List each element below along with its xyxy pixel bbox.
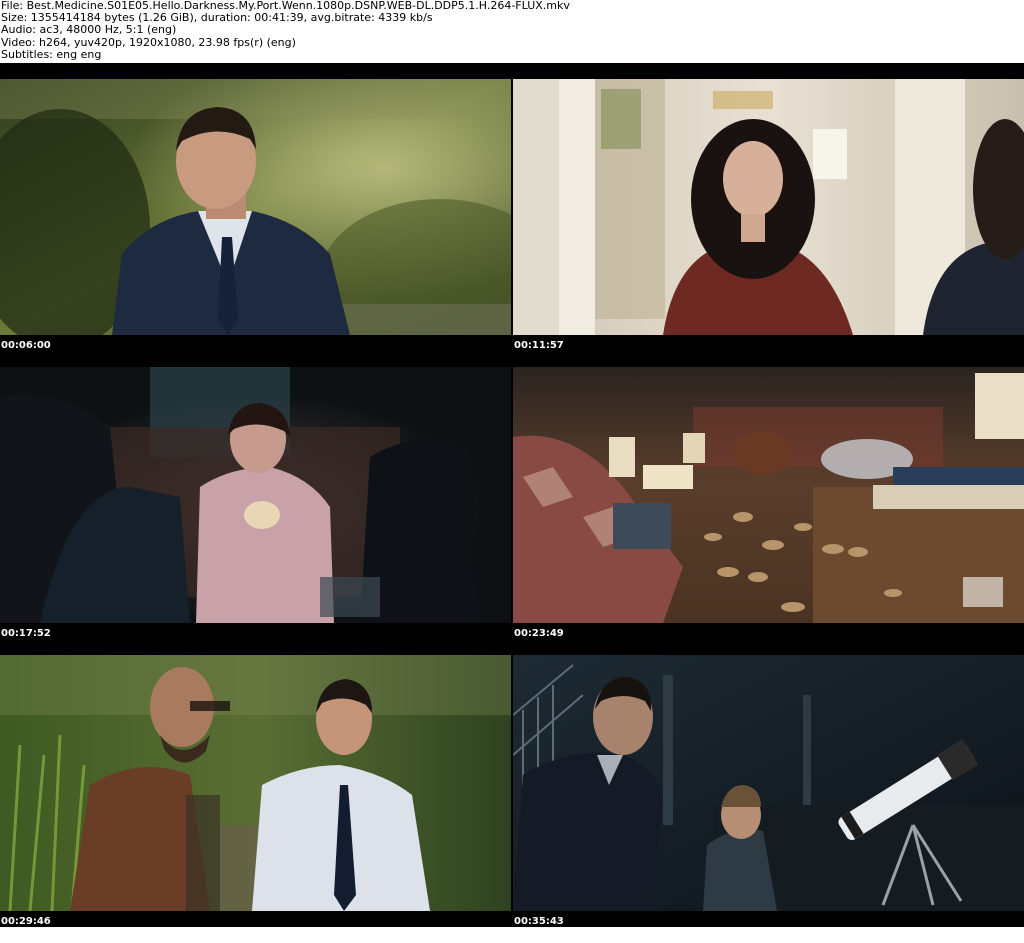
- video-info-line: Video: h264, yuv420p, 1920x1080, 23.98 f…: [1, 35, 296, 49]
- thumbnail-5-timestamp: 00:29:46: [1, 916, 51, 927]
- thumbnail-4-image: [513, 367, 1024, 623]
- thumbnail-4: 00:23:49: [513, 367, 1024, 655]
- info-header: File: Best.Medicine.S01E05.Hello.Darknes…: [0, 0, 1024, 63]
- thumbnail-2-timestamp: 00:11:57: [514, 340, 564, 351]
- subtitles-info-line: Subtitles: eng eng: [1, 47, 102, 61]
- thumbnail-sheet: 00:06:00 00:11:57 00:17:52 00:23:49 00:2…: [0, 63, 1024, 927]
- thumbnail-1: 00:06:00: [0, 79, 511, 367]
- thumbnail-4-timestamp: 00:23:49: [514, 628, 564, 639]
- thumbnail-5-image: [0, 655, 511, 911]
- audio-info-line: Audio: ac3, 48000 Hz, 5:1 (eng): [1, 23, 177, 37]
- thumbnail-1-image: [0, 79, 511, 335]
- thumbnail-3-timestamp: 00:17:52: [1, 628, 51, 639]
- thumbnail-6: 00:35:43: [513, 655, 1024, 943]
- thumbnail-2-image: [513, 79, 1024, 335]
- thumbnail-2: 00:11:57: [513, 79, 1024, 367]
- thumbnail-5: 00:29:46: [0, 655, 511, 943]
- thumbnail-3-image: [0, 367, 511, 623]
- thumbnail-6-image: [513, 655, 1024, 911]
- thumbnail-3: 00:17:52: [0, 367, 511, 655]
- thumbnail-1-timestamp: 00:06:00: [1, 340, 51, 351]
- thumbnail-6-timestamp: 00:35:43: [514, 916, 564, 927]
